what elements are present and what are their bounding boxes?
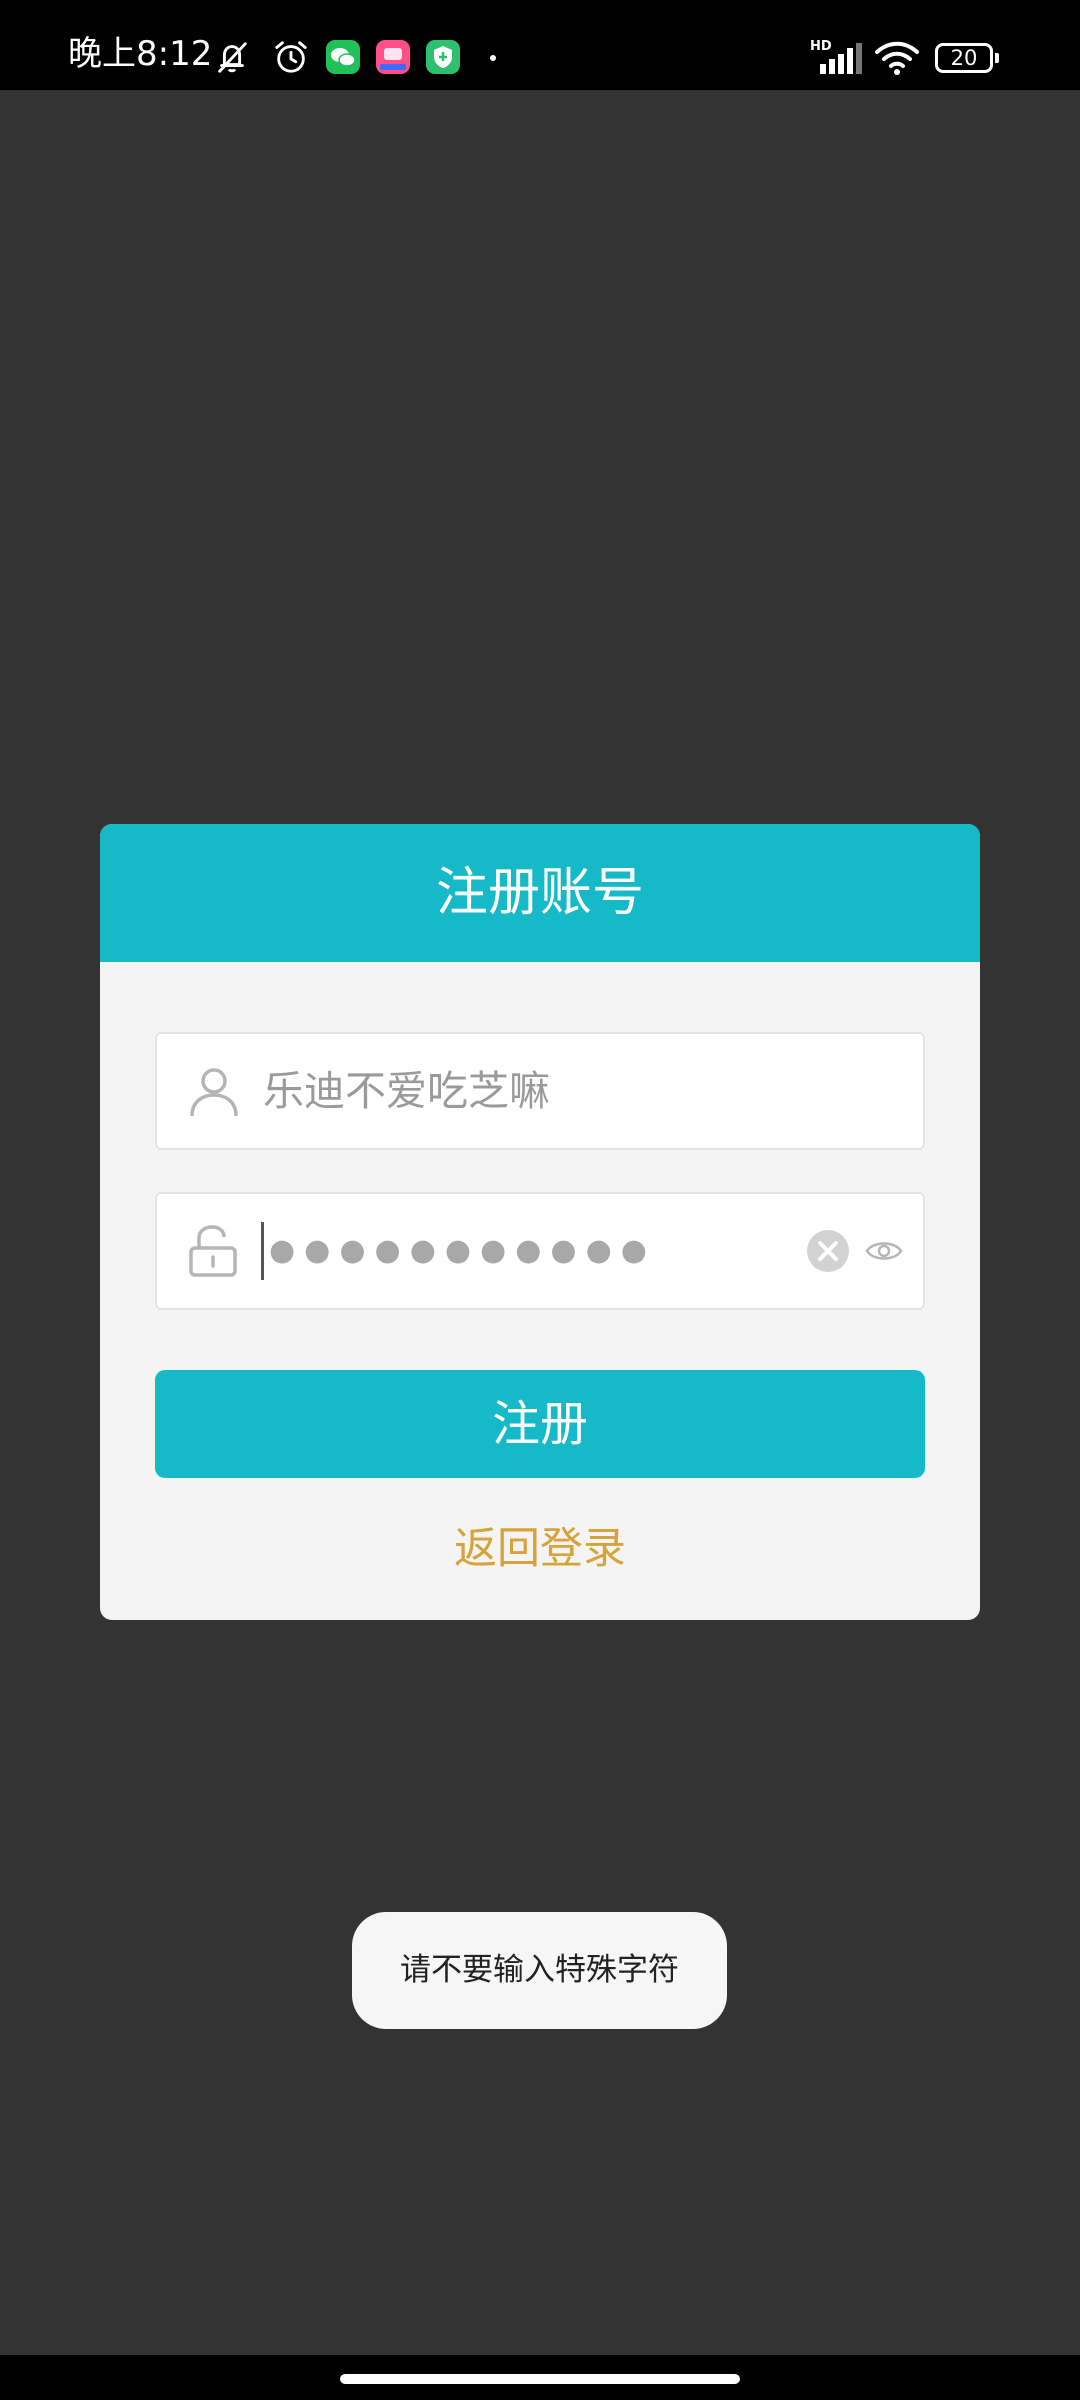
notifications-off-icon (218, 42, 247, 73)
alarm-icon (275, 41, 307, 73)
app-icon (376, 40, 410, 74)
password-value[interactable]: ●●●●●●●●●●● (269, 1194, 656, 1308)
battery-level: 20 (950, 46, 978, 70)
register-button[interactable]: 注册 (155, 1370, 925, 1478)
home-indicator[interactable] (340, 2374, 740, 2384)
lock-icon (189, 1225, 237, 1277)
username-field[interactable]: 乐迪不爱吃芝嘛 (155, 1032, 925, 1150)
user-icon (190, 1068, 238, 1117)
signal-icon (820, 43, 862, 74)
wifi-icon (875, 41, 919, 75)
status-bar: 晚上8:12 HD 20 (0, 0, 1080, 90)
eye-icon[interactable] (865, 1234, 903, 1268)
clear-icon (818, 1241, 838, 1261)
username-value[interactable]: 乐迪不爱吃芝嘛 (263, 1034, 550, 1148)
security-icon (426, 40, 460, 74)
back-to-login-link[interactable]: 返回登录 (100, 1514, 980, 1584)
battery-icon: 20 (935, 43, 999, 73)
toast-message: 请不要输入特殊字符 (352, 1912, 727, 2029)
more-notifications-dot (490, 55, 496, 61)
navigation-bar (0, 2355, 1080, 2400)
clear-password-button[interactable] (807, 1230, 849, 1272)
dialog-title: 注册账号 (435, 863, 644, 923)
dialog-header: 注册账号 (100, 824, 980, 962)
wechat-icon (326, 40, 360, 74)
status-time: 晚上8:12 (68, 34, 213, 74)
text-caret (261, 1222, 264, 1280)
register-dialog: 注册账号 乐迪不爱吃芝嘛 ●●●●●●●●●●● 注册 返回登录 (100, 824, 980, 1620)
password-field[interactable]: ●●●●●●●●●●● (155, 1192, 925, 1310)
